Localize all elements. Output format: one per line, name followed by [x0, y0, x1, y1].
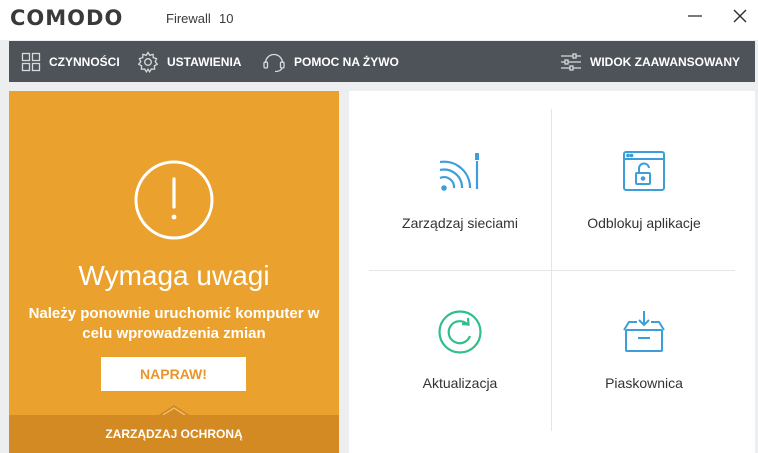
app-logo: COMODO	[10, 6, 124, 30]
product-name: Firewall	[166, 11, 211, 26]
wifi-network-icon	[439, 153, 479, 191]
nav-live-help-button[interactable]: POMOC NA ŻYWO	[262, 41, 399, 82]
close-icon[interactable]	[728, 4, 752, 28]
update-refresh-icon	[438, 310, 482, 354]
tile-update[interactable]: Aktualizacja	[369, 291, 551, 441]
main-nav-bar: CZYNNOŚCI USTAWIENIA POMOC NA ŻYWO WIDOK…	[9, 41, 755, 82]
exclamation-circle-icon	[134, 160, 214, 240]
status-description: Należy ponownie uruchomić komputer w cel…	[28, 305, 320, 342]
sliders-icon	[561, 52, 581, 71]
manage-protection-button[interactable]: ZARZĄDZAJ OCHRONĄ	[9, 415, 339, 453]
nav-actions-button[interactable]: CZYNNOŚCI	[21, 41, 120, 82]
tile-manage-networks[interactable]: Zarządzaj sieciami	[369, 131, 551, 281]
minimize-icon[interactable]	[683, 4, 707, 28]
nav-advanced-view-button[interactable]: WIDOK ZAAWANSOWANY	[560, 41, 740, 82]
sandbox-box-icon	[623, 311, 665, 352]
grid-icon	[21, 52, 41, 71]
tasks-panel: Zarządzaj sieciami Odblokuj aplikacje Ak…	[349, 91, 755, 453]
nav-live-help-label: POMOC NA ŻYWO	[294, 54, 399, 69]
unlock-window-icon	[623, 151, 665, 191]
tile-sandbox-label: Piaskownica	[605, 375, 683, 391]
nav-settings-button[interactable]: USTAWIENIA	[137, 41, 241, 82]
status-title: Wymaga uwagi	[78, 260, 270, 291]
nav-advanced-view-label: WIDOK ZAAWANSOWANY	[590, 54, 740, 69]
tile-sandbox[interactable]: Piaskownica	[553, 291, 735, 441]
nav-actions-label: CZYNNOŚCI	[49, 54, 120, 69]
tile-unblock-applications[interactable]: Odblokuj aplikacje	[553, 131, 735, 281]
fix-button[interactable]: NAPRAW!	[101, 357, 246, 391]
headset-icon	[263, 53, 285, 72]
title-bar: COMODO Firewall 10	[0, 0, 758, 40]
tile-manage-networks-label: Zarządzaj sieciami	[402, 215, 518, 231]
product-version: 10	[219, 11, 234, 26]
status-panel: Wymaga uwagi Należy ponownie uruchomić k…	[9, 91, 339, 453]
nav-settings-label: USTAWIENIA	[167, 54, 242, 69]
tile-update-label: Aktualizacja	[422, 375, 498, 391]
gear-icon	[137, 50, 159, 73]
tile-unblock-applications-label: Odblokuj aplikacje	[587, 215, 701, 231]
